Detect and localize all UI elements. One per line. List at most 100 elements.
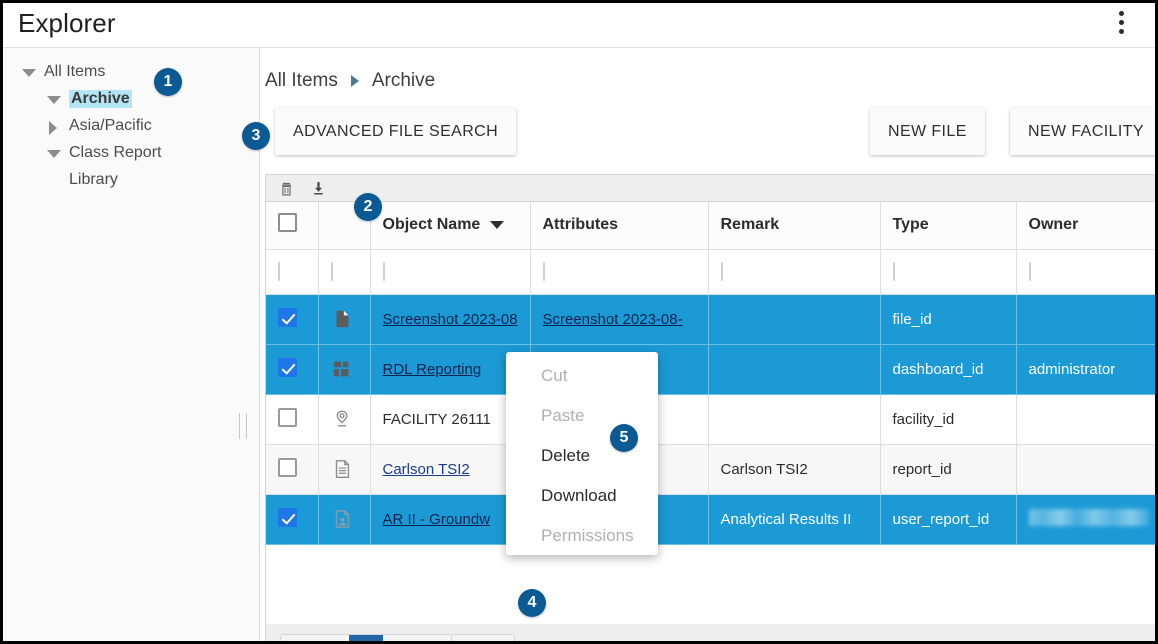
objects-table: Object Name Attributes Remark Type [266, 202, 1155, 545]
cell-owner [1016, 494, 1155, 544]
advanced-file-search-button[interactable]: ADVANCED FILE SEARCH [275, 108, 516, 155]
tree-item-all-items[interactable]: All Items [3, 58, 260, 85]
row-icon-cell [318, 394, 370, 444]
context-menu-item-download[interactable]: Download [506, 476, 658, 516]
row-checkbox[interactable] [278, 308, 297, 327]
table-row[interactable]: FACILITY 26111 1139 facility_id [266, 394, 1155, 444]
breadcrumb-item-all-items[interactable]: All Items [265, 70, 338, 92]
row-select-cell [266, 394, 318, 444]
new-facility-button[interactable]: NEW FACILITY [1010, 108, 1155, 155]
filter-input-attributes[interactable] [543, 262, 545, 281]
panel-splitter-handle[interactable] [236, 413, 252, 439]
column-header-owner[interactable]: Owner [1016, 202, 1155, 249]
cell-object-name[interactable]: Screenshot 2023-08 [370, 294, 530, 344]
column-label: Owner [1029, 216, 1079, 233]
cell-type: user_report_id [880, 494, 1016, 544]
cell-remark [708, 394, 880, 444]
column-label: Object Name [383, 216, 481, 234]
column-header-type[interactable]: Type [880, 202, 1016, 249]
column-filter-row [266, 249, 1155, 294]
chevron-down-icon[interactable] [490, 221, 504, 229]
cell-owner [1016, 294, 1155, 344]
explorer-window: Explorer All Items Archive Asia/Pacific … [3, 3, 1155, 641]
caret-none-icon [46, 172, 62, 188]
filter-cell-type [880, 249, 1016, 294]
column-label: Attributes [543, 216, 619, 233]
tree-item-asia-pacific[interactable]: Asia/Pacific [3, 112, 260, 139]
table-row[interactable]: Screenshot 2023-08 Screenshot 2023-08- f… [266, 294, 1155, 344]
tree-item-label: Class Report [69, 144, 161, 162]
filter-input-type[interactable] [893, 262, 895, 281]
kebab-menu-icon[interactable] [1109, 11, 1133, 39]
page-size-select[interactable]: 10 [451, 634, 515, 641]
table-row[interactable]: Carlson TSI2 Carlson TSI2 report_id [266, 444, 1155, 494]
attributes-link[interactable]: Screenshot 2023-08- [543, 311, 683, 328]
object-name-link[interactable]: Carlson TSI2 [383, 461, 470, 478]
column-label: Remark [721, 216, 780, 233]
trash-icon[interactable] [278, 179, 295, 198]
cell-owner: administrator [1016, 344, 1155, 394]
table-body: Screenshot 2023-08 Screenshot 2023-08- f… [266, 294, 1155, 544]
caret-down-icon[interactable] [46, 145, 62, 161]
row-select-cell [266, 294, 318, 344]
tree-item-archive[interactable]: Archive [3, 85, 260, 112]
cell-attributes[interactable]: Screenshot 2023-08- [530, 294, 708, 344]
column-header-attributes[interactable]: Attributes [530, 202, 708, 249]
object-name-link[interactable]: Screenshot 2023-08 [383, 311, 518, 328]
grid-toolbar [266, 175, 1155, 202]
tree-item-label: Asia/Pacific [69, 117, 152, 135]
row-icon-cell [318, 444, 370, 494]
column-header-object-name[interactable]: Object Name [370, 202, 530, 249]
row-select-cell [266, 444, 318, 494]
row-checkbox[interactable] [278, 408, 297, 427]
filter-input-select[interactable] [278, 262, 280, 281]
tree-item-library[interactable]: Library [3, 166, 260, 193]
user-report-icon [331, 507, 353, 531]
action-toolbar: ADVANCED FILE SEARCH NEW FILE NEW FACILI… [261, 108, 1155, 166]
cell-remark [708, 294, 880, 344]
callout-badge-3: 3 [242, 122, 270, 150]
select-all-checkbox[interactable] [278, 213, 297, 232]
filter-cell-object-name [370, 249, 530, 294]
object-name-link[interactable]: AR II - Groundw [383, 511, 491, 528]
filter-cell-icon [318, 249, 370, 294]
next-page-button[interactable]: ▶ [383, 635, 417, 641]
caret-down-icon[interactable] [46, 91, 62, 107]
column-label: Type [893, 216, 929, 233]
filter-input-owner[interactable] [1029, 262, 1031, 281]
row-checkbox[interactable] [278, 508, 297, 527]
tree-item-label: Library [69, 171, 118, 189]
row-checkbox[interactable] [278, 458, 297, 477]
row-select-cell [266, 494, 318, 544]
table-row[interactable]: AR II - Groundw sults II Analytical Resu… [266, 494, 1155, 544]
breadcrumb-separator-icon [351, 75, 359, 87]
filter-input-remark[interactable] [721, 262, 723, 281]
breadcrumb-item-archive[interactable]: Archive [372, 70, 435, 92]
download-icon[interactable] [310, 179, 327, 198]
dashboard-grid-icon [331, 357, 353, 381]
first-page-button[interactable]: ⏮ [281, 635, 315, 641]
prev-page-button[interactable]: ◀ [315, 635, 349, 641]
table-row[interactable]: RDL Reporting dashboard_id administrator [266, 344, 1155, 394]
row-checkbox[interactable] [278, 358, 297, 377]
facility-pin-icon [331, 407, 353, 431]
last-page-button[interactable]: ⏭ [417, 635, 451, 641]
cell-remark: Analytical Results II [708, 494, 880, 544]
context-menu: Cut Paste Delete Download Permissions [506, 352, 658, 555]
object-name-link[interactable]: RDL Reporting [383, 361, 482, 378]
context-menu-item-permissions: Permissions [506, 516, 658, 556]
context-menu-item-cut: Cut [506, 356, 658, 396]
callout-badge-5: 5 [610, 424, 638, 452]
tree-item-class-report[interactable]: Class Report [3, 139, 260, 166]
caret-right-icon[interactable] [46, 118, 62, 134]
new-file-button[interactable]: NEW FILE [870, 108, 985, 155]
column-header-remark[interactable]: Remark [708, 202, 880, 249]
filter-cell-select [266, 249, 318, 294]
filter-cell-owner [1016, 249, 1155, 294]
caret-down-icon[interactable] [21, 64, 37, 80]
page-number-1[interactable]: 1 [349, 635, 383, 641]
filter-input-icon[interactable] [331, 262, 333, 281]
cell-owner [1016, 444, 1155, 494]
row-select-cell [266, 344, 318, 394]
filter-input-object-name[interactable] [383, 262, 385, 281]
